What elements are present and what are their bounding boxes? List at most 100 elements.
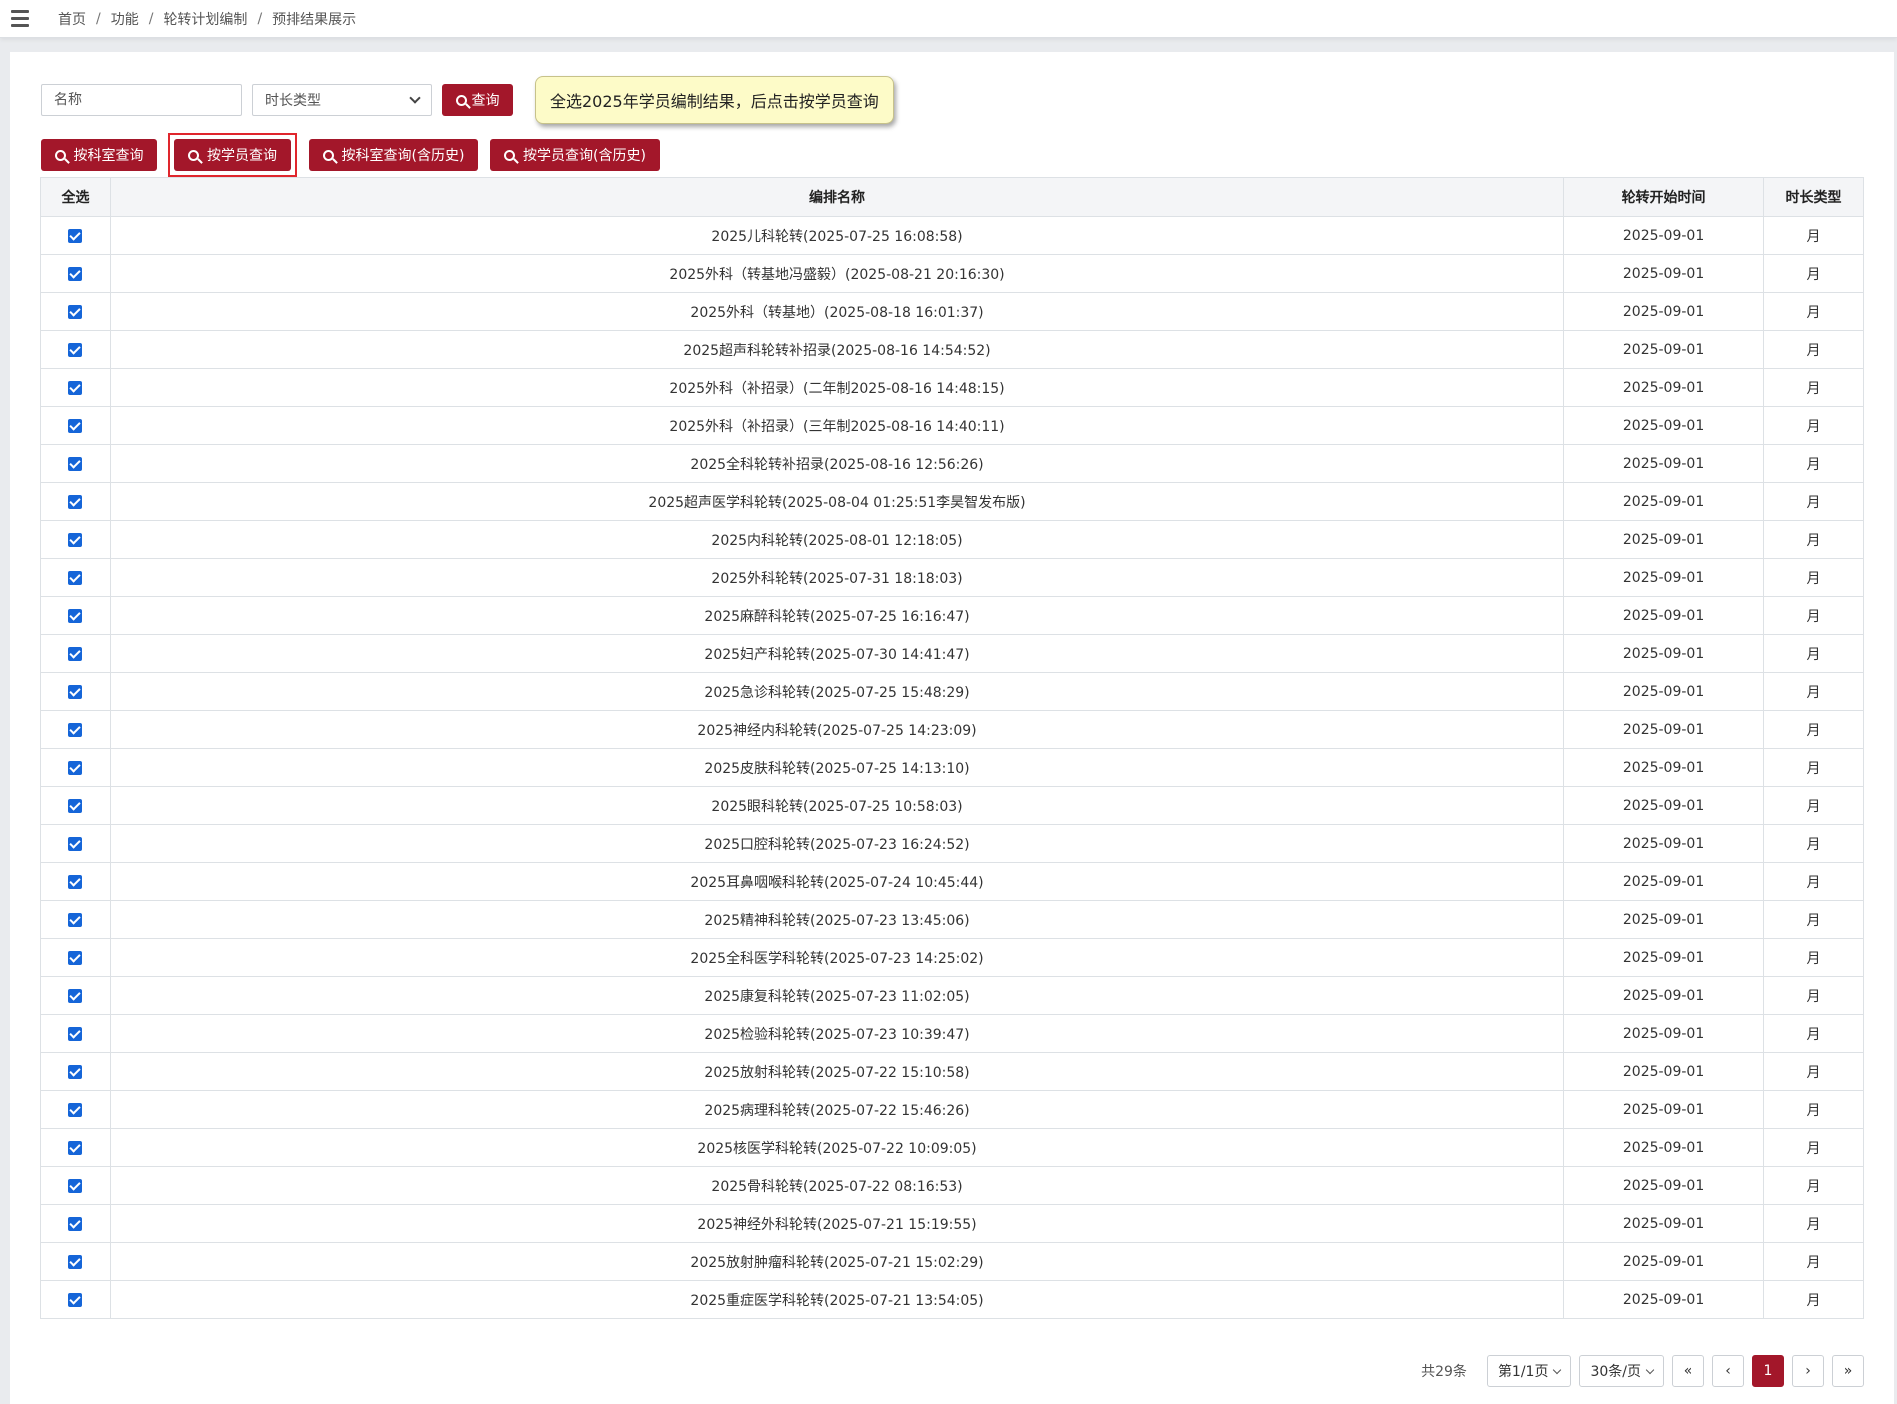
current-page-button[interactable]: 1 — [1752, 1355, 1784, 1387]
row-checkbox[interactable] — [68, 1254, 83, 1269]
duration-type-cell: 月 — [1763, 634, 1864, 673]
row-checkbox[interactable] — [68, 988, 83, 1003]
table-row[interactable]: 2025全科医学科轮转(2025-07-23 14:25:02) 2025-09-… — [40, 938, 1864, 977]
prev-page-button[interactable]: ‹ — [1712, 1355, 1744, 1387]
table-row[interactable]: 2025外科（补招录）(二年制2025-08-16 14:48:15) 2025-… — [40, 368, 1864, 407]
table-row[interactable]: 2025外科（补招录）(三年制2025-08-16 14:40:11) 2025-… — [40, 406, 1864, 445]
plan-name-cell: 2025口腔科轮转(2025-07-23 16:24:52) — [109, 824, 1565, 863]
row-checkbox-cell — [40, 368, 111, 407]
table-row[interactable]: 2025眼科轮转(2025-07-25 10:58:03) 2025-09-01 月 — [40, 786, 1864, 825]
row-checkbox[interactable] — [68, 874, 83, 889]
row-checkbox[interactable] — [68, 380, 83, 395]
row-checkbox[interactable] — [68, 760, 83, 775]
table-row[interactable]: 2025骨科轮转(2025-07-22 08:16:53) 2025-09-01 月 — [40, 1166, 1864, 1205]
start-time-cell: 2025-09-01 — [1563, 976, 1765, 1015]
duration-type-cell: 月 — [1763, 292, 1864, 331]
table-row[interactable]: 2025口腔科轮转(2025-07-23 16:24:52) 2025-09-01… — [40, 824, 1864, 863]
query-by-student-button[interactable]: 按学员查询 — [174, 139, 291, 171]
row-checkbox[interactable] — [68, 228, 83, 243]
table-row[interactable]: 2025精神科轮转(2025-07-23 13:45:06) 2025-09-01… — [40, 900, 1864, 939]
table-row[interactable]: 2025急诊科轮转(2025-07-25 15:48:29) 2025-09-01… — [40, 672, 1864, 711]
row-checkbox[interactable] — [68, 304, 83, 319]
row-checkbox[interactable] — [68, 1064, 83, 1079]
query-by-student-history-button[interactable]: 按学员查询(含历史) — [490, 139, 660, 171]
table-row[interactable]: 2025超声医学科轮转(2025-08-04 01:25:51李昊智发布版) 20… — [40, 482, 1864, 521]
page-select[interactable]: 第1/1页 — [1486, 1355, 1572, 1387]
duration-type-cell: 月 — [1763, 1090, 1864, 1129]
row-checkbox[interactable] — [68, 1292, 83, 1307]
breadcrumb-function[interactable]: 功能 — [111, 9, 139, 29]
action-toolbar: 按科室查询 按学员查询 按科室查询(含历史) 按学员查询(含历史) — [41, 133, 672, 177]
table-row[interactable]: 2025病理科轮转(2025-07-22 15:46:26) 2025-09-01… — [40, 1090, 1864, 1129]
row-checkbox[interactable] — [68, 798, 83, 813]
row-checkbox[interactable] — [68, 456, 83, 471]
plan-name-cell: 2025皮肤科轮转(2025-07-25 14:13:10) — [109, 748, 1565, 787]
duration-type-select[interactable]: 时长类型 — [252, 84, 432, 116]
row-checkbox-cell — [40, 976, 111, 1015]
row-checkbox[interactable] — [68, 1178, 83, 1193]
menu-toggle-icon[interactable] — [0, 0, 40, 38]
select-all-header[interactable]: 全选 — [40, 177, 111, 217]
row-checkbox[interactable] — [68, 532, 83, 547]
start-time-cell: 2025-09-01 — [1563, 862, 1765, 901]
query-by-dept-history-button[interactable]: 按科室查询(含历史) — [309, 139, 478, 171]
row-checkbox[interactable] — [68, 1216, 83, 1231]
table-row[interactable]: 2025神经外科轮转(2025-07-21 15:19:55) 2025-09-0… — [40, 1204, 1864, 1243]
row-checkbox[interactable] — [68, 266, 83, 281]
last-page-button[interactable]: » — [1832, 1355, 1864, 1387]
start-time-cell: 2025-09-01 — [1563, 1052, 1765, 1091]
table-row[interactable]: 2025外科（转基地）(2025-08-18 16:01:37) 2025-09-… — [40, 292, 1864, 331]
row-checkbox[interactable] — [68, 950, 83, 965]
row-checkbox[interactable] — [68, 608, 83, 623]
row-checkbox[interactable] — [68, 494, 83, 509]
query-button[interactable]: 查询 — [442, 84, 513, 116]
row-checkbox[interactable] — [68, 1102, 83, 1117]
row-checkbox[interactable] — [68, 1140, 83, 1155]
row-checkbox-cell — [40, 748, 111, 787]
first-page-button[interactable]: « — [1672, 1355, 1704, 1387]
table-row[interactable]: 2025麻醉科轮转(2025-07-25 16:16:47) 2025-09-01… — [40, 596, 1864, 635]
start-time-cell: 2025-09-01 — [1563, 558, 1765, 597]
table-row[interactable]: 2025耳鼻咽喉科轮转(2025-07-24 10:45:44) 2025-09-… — [40, 862, 1864, 901]
table-row[interactable]: 2025放射肿瘤科轮转(2025-07-21 15:02:29) 2025-09-… — [40, 1242, 1864, 1281]
duration-type-cell: 月 — [1763, 444, 1864, 483]
row-checkbox[interactable] — [68, 342, 83, 357]
table-row[interactable]: 2025全科轮转补招录(2025-08-16 12:56:26) 2025-09-… — [40, 444, 1864, 483]
start-time-cell: 2025-09-01 — [1563, 634, 1765, 673]
plan-name-cell: 2025核医学科轮转(2025-07-22 10:09:05) — [109, 1128, 1565, 1167]
table-row[interactable]: 2025核医学科轮转(2025-07-22 10:09:05) 2025-09-0… — [40, 1128, 1864, 1167]
table-row[interactable]: 2025儿科轮转(2025-07-25 16:08:58) 2025-09-01 月 — [40, 216, 1864, 255]
name-search-input[interactable] — [41, 84, 242, 116]
page-size-select[interactable]: 30条/页 — [1579, 1355, 1664, 1387]
row-checkbox[interactable] — [68, 570, 83, 585]
row-checkbox-cell — [40, 292, 111, 331]
start-time-cell: 2025-09-01 — [1563, 786, 1765, 825]
breadcrumb-separator: / — [257, 10, 263, 27]
table-row[interactable]: 2025放射科轮转(2025-07-22 15:10:58) 2025-09-01… — [40, 1052, 1864, 1091]
row-checkbox[interactable] — [68, 836, 83, 851]
table-row[interactable]: 2025检验科轮转(2025-07-23 10:39:47) 2025-09-01… — [40, 1014, 1864, 1053]
query-by-dept-button[interactable]: 按科室查询 — [41, 139, 157, 171]
next-page-button[interactable]: › — [1792, 1355, 1824, 1387]
table-row[interactable]: 2025妇产科轮转(2025-07-30 14:41:47) 2025-09-01… — [40, 634, 1864, 673]
plan-name-cell: 2025放射肿瘤科轮转(2025-07-21 15:02:29) — [109, 1242, 1565, 1281]
breadcrumb-home[interactable]: 首页 — [58, 9, 86, 29]
row-checkbox[interactable] — [68, 418, 83, 433]
chevron-down-icon — [1553, 1365, 1562, 1374]
table-row[interactable]: 2025皮肤科轮转(2025-07-25 14:13:10) 2025-09-01… — [40, 748, 1864, 787]
breadcrumb-plan[interactable]: 轮转计划编制 — [163, 9, 247, 29]
table-row[interactable]: 2025重症医学科轮转(2025-07-21 13:54:05) 2025-09-… — [40, 1280, 1864, 1319]
table-row[interactable]: 2025内科轮转(2025-08-01 12:18:05) 2025-09-01 月 — [40, 520, 1864, 559]
table-row[interactable]: 2025神经内科轮转(2025-07-25 14:23:09) 2025-09-0… — [40, 710, 1864, 749]
row-checkbox[interactable] — [68, 912, 83, 927]
row-checkbox[interactable] — [68, 684, 83, 699]
row-checkbox[interactable] — [68, 1026, 83, 1041]
query-by-student-label: 按学员查询 — [207, 148, 277, 164]
row-checkbox[interactable] — [68, 722, 83, 737]
results-table: 全选 编排名称 轮转开始时间 时长类型 2025儿科轮转(2025-07-25 … — [40, 177, 1864, 1319]
table-row[interactable]: 2025超声科轮转补招录(2025-08-16 14:54:52) 2025-09… — [40, 330, 1864, 369]
table-row[interactable]: 2025康复科轮转(2025-07-23 11:02:05) 2025-09-01… — [40, 976, 1864, 1015]
row-checkbox[interactable] — [68, 646, 83, 661]
table-row[interactable]: 2025外科（转基地冯盛毅）(2025-08-21 20:16:30) 2025-… — [40, 254, 1864, 293]
table-row[interactable]: 2025外科轮转(2025-07-31 18:18:03) 2025-09-01 月 — [40, 558, 1864, 597]
